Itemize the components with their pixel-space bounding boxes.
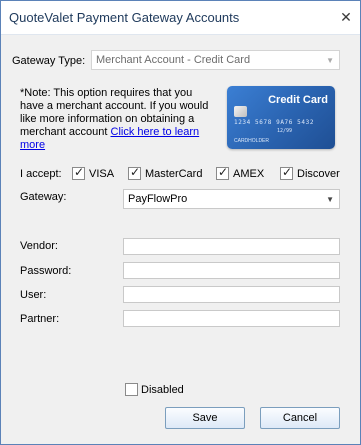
accept-label: I accept: <box>20 168 62 180</box>
password-label: Password: <box>20 265 72 277</box>
dialog-content: Gateway Type: Merchant Account - Credit … <box>1 36 360 444</box>
partner-label: Partner: <box>20 313 60 325</box>
card-valid-date: 12/99 <box>277 128 293 134</box>
disabled-checkbox[interactable] <box>125 383 138 396</box>
gateway-value: PayFlowPro <box>128 193 188 205</box>
cancel-button[interactable]: Cancel <box>260 407 340 429</box>
gateway-type-select[interactable]: Merchant Account - Credit Card ▼ <box>91 50 340 70</box>
discover-label: Discover <box>297 168 340 180</box>
close-icon[interactable]: ✕ <box>338 9 354 25</box>
card-holder: CARDHOLDER <box>234 138 270 144</box>
gateway-label: Gateway: <box>20 191 67 203</box>
card-title: Credit Card <box>268 94 328 106</box>
vendor-input[interactable] <box>123 238 340 255</box>
visa-checkbox[interactable] <box>72 165 85 180</box>
credit-card-image: Credit Card 1234 5678 9A76 5432 12/99 CA… <box>227 86 335 149</box>
password-input[interactable] <box>123 262 340 279</box>
gateway-select[interactable]: PayFlowPro ▼ <box>123 189 340 209</box>
user-label: User: <box>20 289 47 301</box>
card-chip-icon <box>234 106 247 117</box>
mastercard-label: MasterCard <box>145 168 203 180</box>
save-button[interactable]: Save <box>165 407 245 429</box>
amex-checkbox[interactable] <box>216 165 229 180</box>
discover-checkbox[interactable] <box>280 165 293 180</box>
gateway-type-label: Gateway Type: <box>12 55 86 67</box>
disabled-label: Disabled <box>141 384 184 396</box>
window-title: QuoteValet Payment Gateway Accounts <box>9 10 240 25</box>
merchant-note: *Note: This option requires that you hav… <box>20 87 218 152</box>
chevron-down-icon: ▼ <box>326 195 334 204</box>
partner-input[interactable] <box>123 310 340 327</box>
user-input[interactable] <box>123 286 340 303</box>
visa-label: VISA <box>89 168 115 180</box>
chevron-down-icon: ▼ <box>326 56 334 65</box>
title-bar[interactable]: QuoteValet Payment Gateway Accounts ✕ <box>1 1 360 35</box>
gateway-type-value: Merchant Account - Credit Card <box>96 54 251 66</box>
dialog-window: QuoteValet Payment Gateway Accounts ✕ Ga… <box>0 0 361 445</box>
amex-label: AMEX <box>233 168 265 180</box>
vendor-label: Vendor: <box>20 240 58 252</box>
card-number: 1234 5678 9A76 5432 <box>234 119 315 126</box>
mastercard-checkbox[interactable] <box>128 165 141 180</box>
